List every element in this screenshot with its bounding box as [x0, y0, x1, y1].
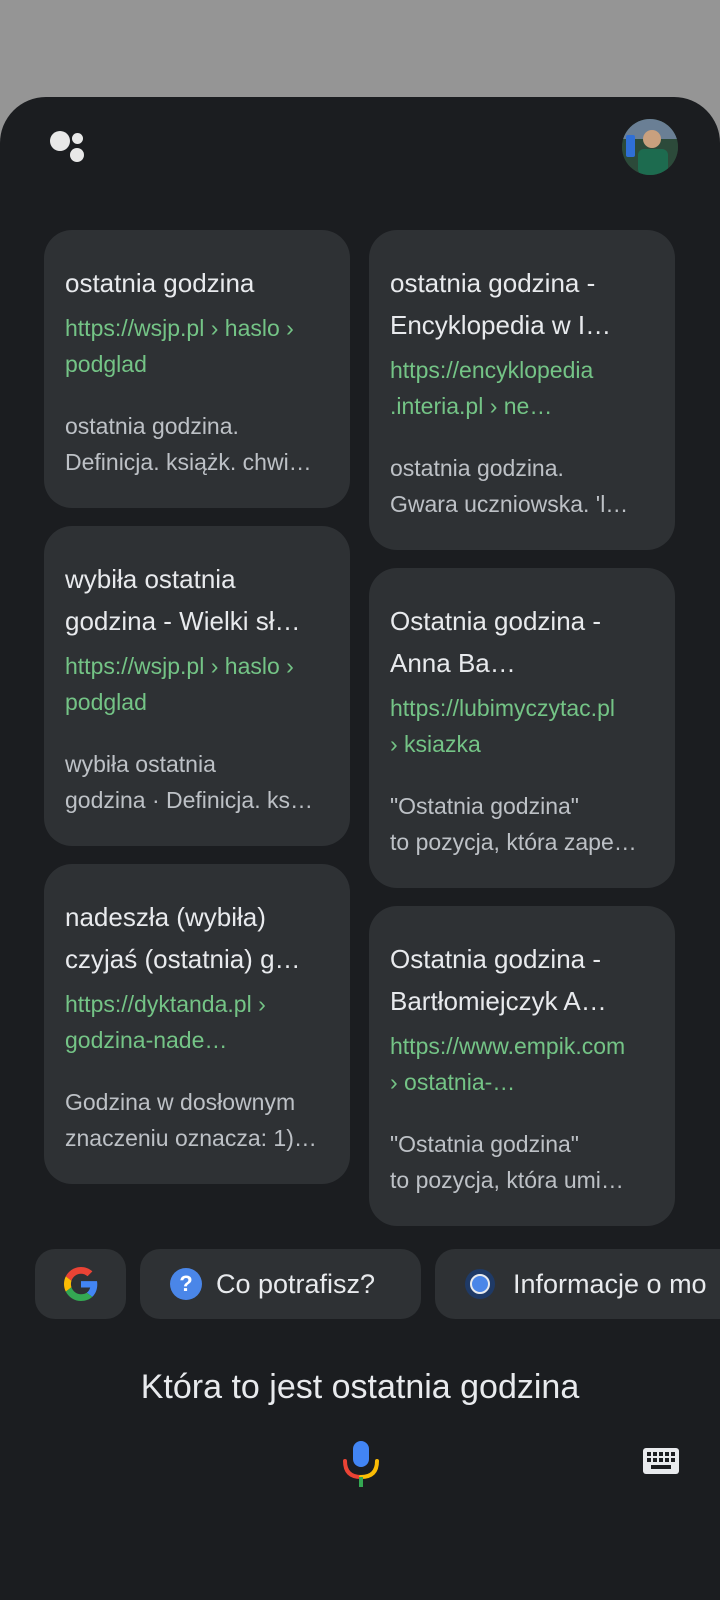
- profile-photo: [622, 119, 678, 175]
- result-title: Ostatnia godzina - Bartłomiejczyk A…: [390, 944, 607, 1016]
- snippet-line: Godzina w dosłownym: [65, 1089, 296, 1115]
- result-card[interactable]: ostatnia godzina https://wsjp.pl › haslo…: [44, 230, 350, 508]
- result-url-line: https://encyklopedia: [390, 357, 594, 383]
- info-dot-icon: [465, 1269, 495, 1299]
- keyboard-icon[interactable]: [642, 1447, 680, 1475]
- result-title: wybiła ostatnia godzina - Wielki sł…: [65, 564, 301, 636]
- snippet-line: Gwara uczniowska. 'l…: [390, 491, 629, 517]
- suggestion-chips: ? Co potrafisz? Informacje o mo: [0, 1249, 720, 1319]
- result-url-line: › ksiazka: [390, 731, 481, 757]
- snippet-line: znaczeniu oznacza: 1)…: [65, 1125, 317, 1151]
- result-url-line: https://wsjp.pl › haslo ›: [65, 315, 294, 341]
- result-card[interactable]: wybiła ostatnia godzina - Wielki sł… htt…: [44, 526, 350, 846]
- result-snippet: "Ostatnia godzina" to pozycja, która zap…: [390, 788, 653, 860]
- snippet-line: ostatnia godzina.: [390, 455, 564, 481]
- result-snippet: Godzina w dosłownym znaczeniu oznacza: 1…: [65, 1084, 328, 1156]
- result-url[interactable]: https://wsjp.pl › haslo › podglad: [65, 648, 328, 720]
- assistant-logo-icon: [48, 129, 92, 167]
- microphone-icon[interactable]: [340, 1441, 382, 1487]
- help-chip-label: Co potrafisz?: [216, 1268, 376, 1299]
- help-icon: ?: [170, 1268, 202, 1300]
- result-title: ostatnia godzina: [65, 268, 255, 298]
- result-snippet: "Ostatnia godzina" to pozycja, która umi…: [390, 1126, 653, 1198]
- result-url-line: https://dyktanda.pl ›: [65, 991, 266, 1017]
- result-card[interactable]: ostatnia godzina - Encyklopedia w I… htt…: [369, 230, 675, 550]
- result-url-line: .interia.pl › ne…: [390, 393, 553, 419]
- google-g-icon: [63, 1267, 97, 1301]
- snippet-line: "Ostatnia godzina": [390, 1131, 579, 1157]
- info-chip[interactable]: Informacje o mo: [435, 1249, 720, 1319]
- results-column-right: ostatnia godzina - Encyklopedia w I… htt…: [369, 230, 675, 1244]
- snippet-line: to pozycja, która umi…: [390, 1167, 624, 1193]
- result-title: ostatnia godzina - Encyklopedia w I…: [390, 268, 612, 340]
- snippet-line: godzina · Definicja. ks…: [65, 787, 313, 813]
- info-chip-label: Informacje o mo: [513, 1268, 707, 1299]
- result-card[interactable]: Ostatnia godzina - Anna Ba… https://lubi…: [369, 568, 675, 888]
- help-chip[interactable]: ? Co potrafisz?: [140, 1249, 421, 1319]
- assistant-sheet: ostatnia godzina https://wsjp.pl › haslo…: [0, 97, 720, 1600]
- result-url-line: https://lubimyczytac.pl: [390, 695, 615, 721]
- avatar[interactable]: [622, 119, 678, 175]
- search-results: ostatnia godzina https://wsjp.pl › haslo…: [44, 230, 676, 1333]
- result-snippet: wybiła ostatnia godzina · Definicja. ks…: [65, 746, 328, 818]
- result-url[interactable]: https://lubimyczytac.pl › ksiazka: [390, 690, 653, 762]
- snippet-line: to pozycja, która zape…: [390, 829, 637, 855]
- result-card[interactable]: nadeszła (wybiła) czyjaś (ostatnia) g… h…: [44, 864, 350, 1184]
- result-url-line: https://wsjp.pl › haslo ›: [65, 653, 294, 679]
- result-url-line: godzina-nade…: [65, 1027, 228, 1053]
- result-card[interactable]: Ostatnia godzina - Bartłomiejczyk A… htt…: [369, 906, 675, 1226]
- spoken-query: Która to jest ostatnia godzina: [140, 1368, 580, 1406]
- result-url[interactable]: https://dyktanda.pl › godzina-nade…: [65, 986, 328, 1058]
- result-snippet: ostatnia godzina. Gwara uczniowska. 'l…: [390, 450, 653, 522]
- result-url[interactable]: https://encyklopedia .interia.pl › ne…: [390, 352, 653, 424]
- result-title: Ostatnia godzina - Anna Ba…: [390, 606, 602, 678]
- snippet-line: ostatnia godzina.: [65, 413, 239, 439]
- snippet-line: Definicja. książk. chwi…: [65, 449, 312, 475]
- snippet-line: "Ostatnia godzina": [390, 793, 579, 819]
- result-snippet: ostatnia godzina. Definicja. książk. chw…: [65, 408, 328, 480]
- result-url[interactable]: https://wsjp.pl › haslo › podglad: [65, 310, 328, 382]
- result-title: nadeszła (wybiła) czyjaś (ostatnia) g…: [65, 902, 301, 974]
- result-url-line: podglad: [65, 351, 147, 377]
- snippet-line: wybiła ostatnia: [65, 751, 216, 777]
- result-url[interactable]: https://www.empik.com › ostatnia-…: [390, 1028, 653, 1100]
- result-url-line: podglad: [65, 689, 147, 715]
- result-url-line: https://www.empik.com: [390, 1033, 626, 1059]
- result-url-line: › ostatnia-…: [390, 1069, 516, 1095]
- google-search-chip[interactable]: [35, 1249, 126, 1319]
- results-column-left: ostatnia godzina https://wsjp.pl › haslo…: [44, 230, 350, 1202]
